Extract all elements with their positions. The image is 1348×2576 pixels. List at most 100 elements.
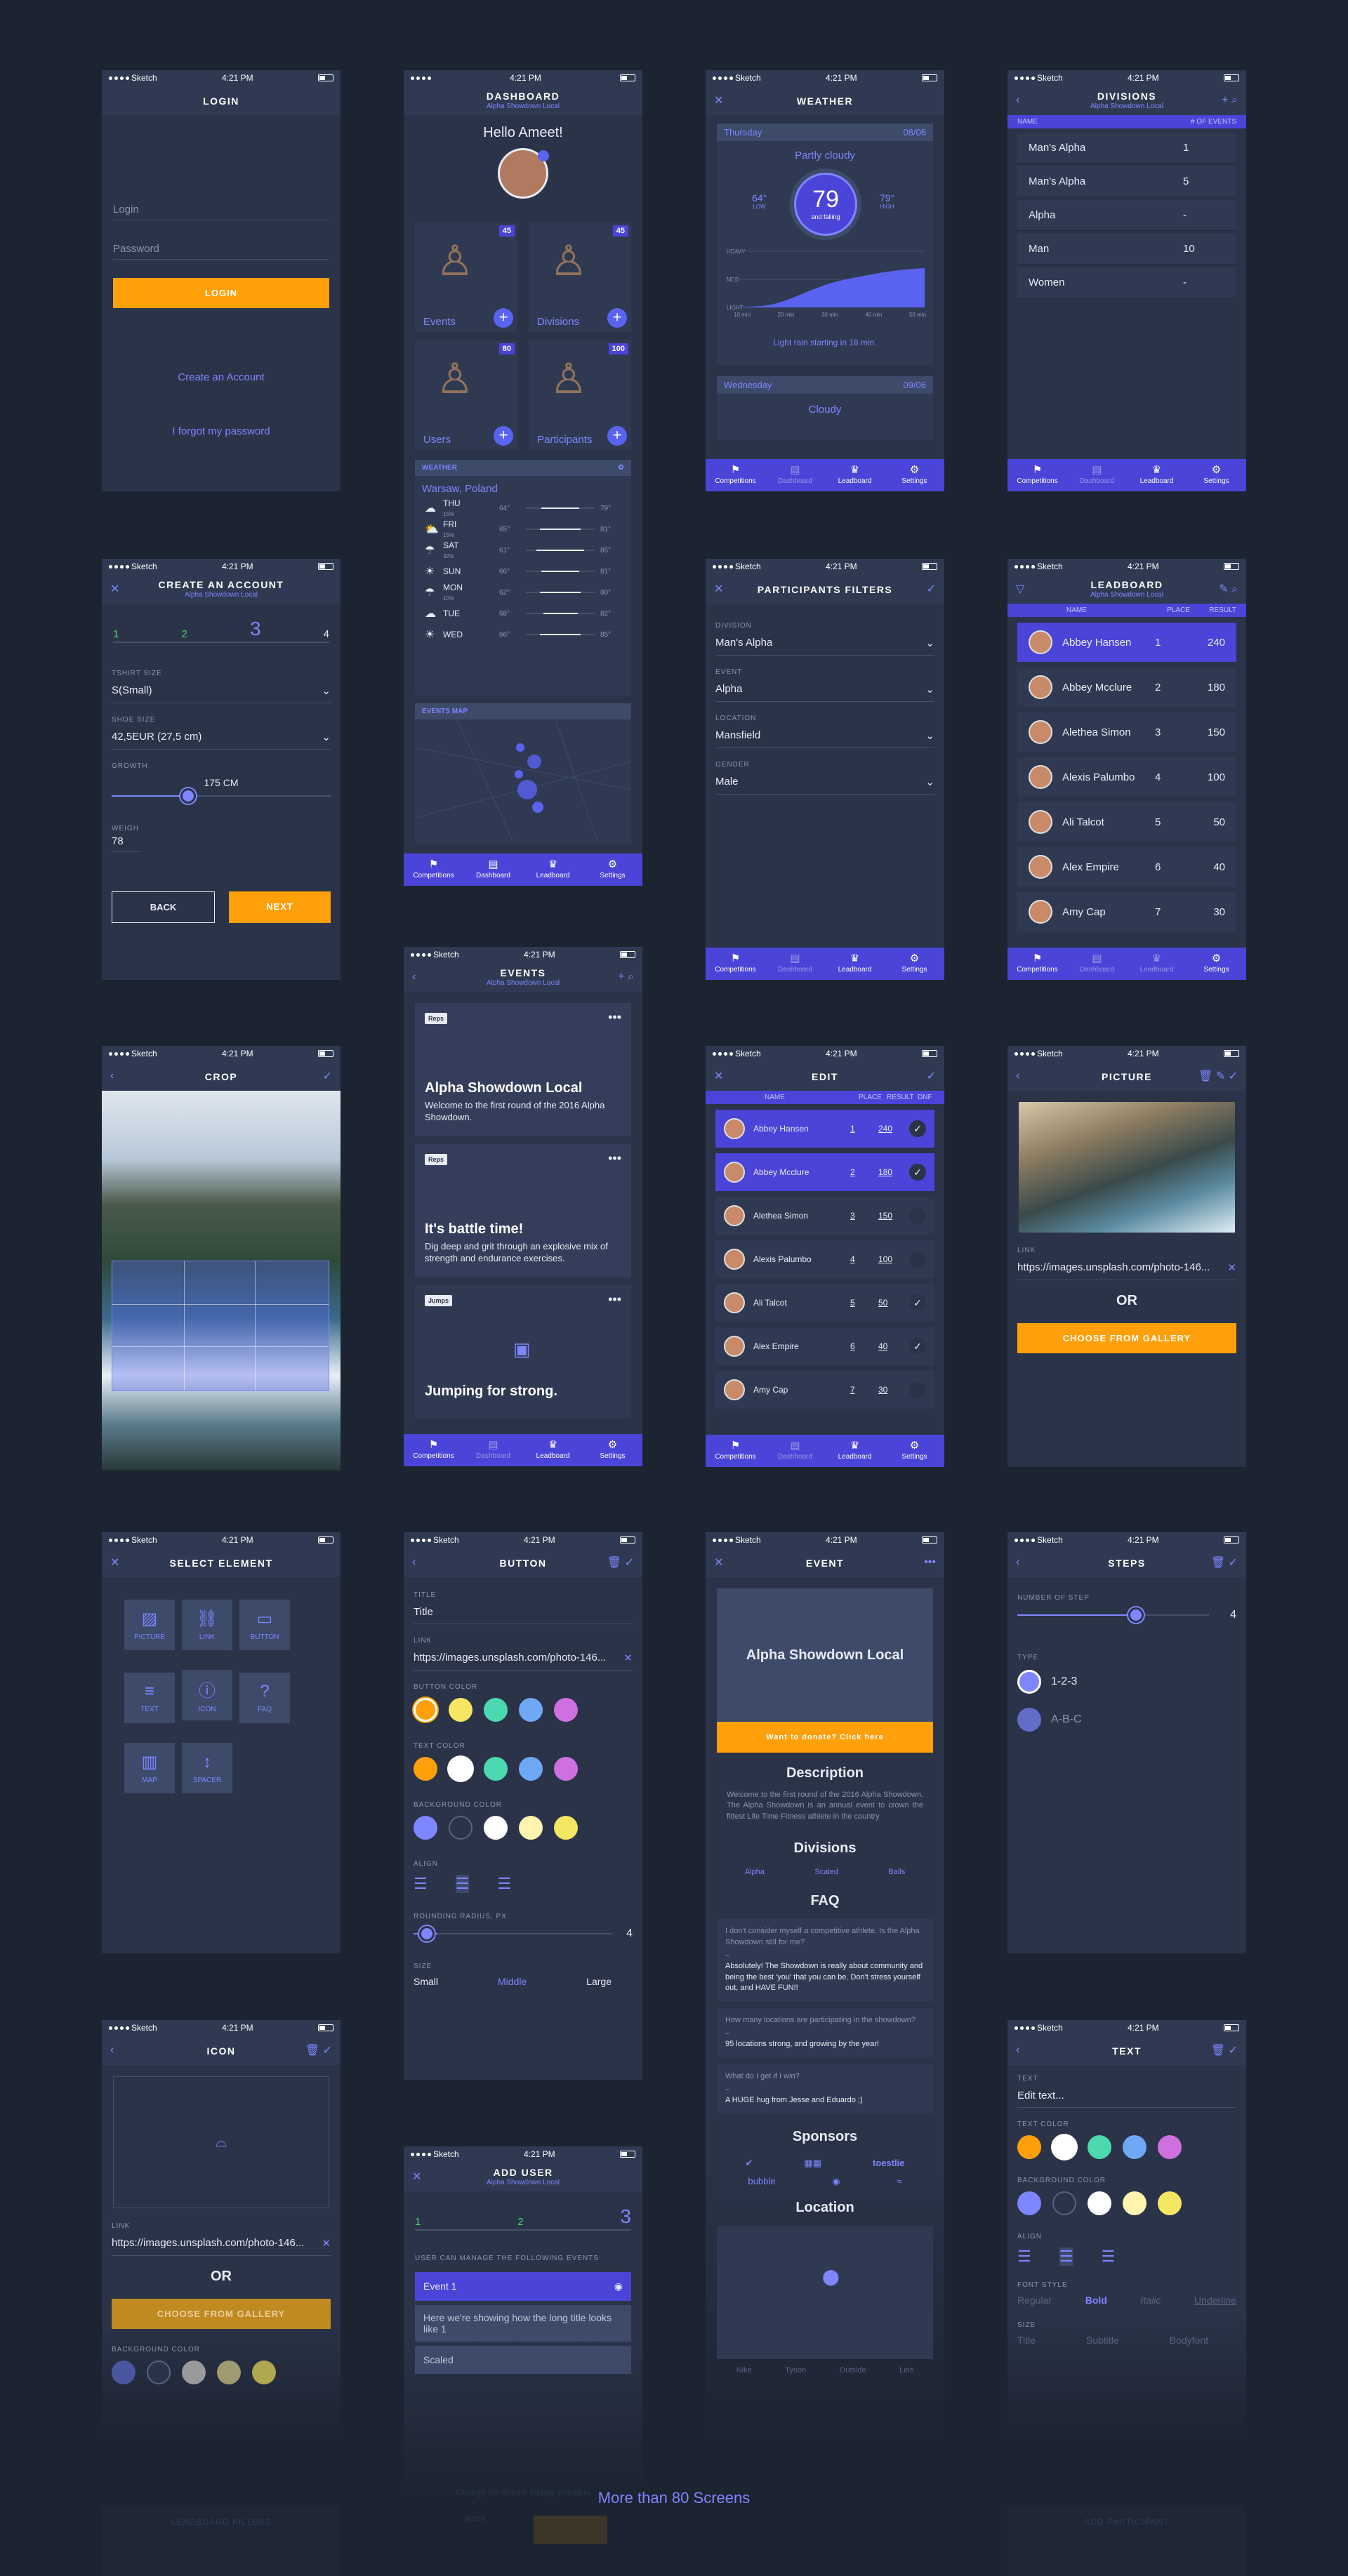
trash-icon[interactable]: 🗑 xyxy=(607,1557,621,1569)
tab-dashboard[interactable]: ▤ Dashboard xyxy=(765,948,825,980)
check-icon[interactable]: ✓ xyxy=(927,1069,936,1083)
check-icon[interactable]: ✓ xyxy=(323,1069,332,1083)
color-swatch[interactable] xyxy=(1158,2191,1182,2215)
table-row[interactable]: Alpha - xyxy=(1017,200,1236,231)
tab-dashboard[interactable]: ▤ Dashboard xyxy=(463,854,523,886)
dashboard-card[interactable]: 80 ♙ Users + xyxy=(415,340,517,450)
link-input[interactable]: https://images.unsplash.com/photo-146...… xyxy=(414,1647,633,1671)
shoe-select[interactable]: 42,5EUR (27,5 cm) ⌄ xyxy=(112,726,331,750)
dashboard-card[interactable]: 45 ♙ Events + xyxy=(415,223,517,332)
add-icon[interactable]: + xyxy=(607,308,627,328)
color-swatch[interactable] xyxy=(1123,2135,1147,2159)
back-button[interactable]: BACK xyxy=(112,891,215,923)
edit-row[interactable]: Alexis Palumbo 4 100 xyxy=(715,1240,934,1278)
tab-settings[interactable]: ⚙ Settings xyxy=(1187,459,1246,491)
tab-leadboard[interactable]: ♛ Leadboard xyxy=(825,1435,885,1467)
edit-row[interactable]: Alex Empire 6 40 ✓ xyxy=(715,1327,934,1365)
element-option-text[interactable]: ≡ TEXT xyxy=(124,1672,175,1723)
tab-settings[interactable]: ⚙ Settings xyxy=(1187,948,1246,980)
align-right-icon[interactable]: ☰ xyxy=(497,1875,511,1893)
place-input[interactable]: 3 xyxy=(850,1211,878,1221)
tab-competitions[interactable]: ⚑ Competitions xyxy=(706,948,765,980)
align-center-icon[interactable]: ☰ xyxy=(455,1875,470,1893)
element-option-link[interactable]: ⛓ LINK xyxy=(182,1600,232,1650)
tab-competitions[interactable]: ⚑ Competitions xyxy=(404,854,463,886)
tab-settings[interactable]: ⚙ Settings xyxy=(583,854,642,886)
back-icon[interactable]: ‹ xyxy=(1016,2044,1019,2057)
tab-settings[interactable]: ⚙ Settings xyxy=(885,948,944,980)
faq-item[interactable]: What do I get if I win? – A HUGE hug from … xyxy=(717,2064,933,2113)
tab-settings[interactable]: ⚙ Settings xyxy=(583,1434,642,1466)
edit-row[interactable]: Alethea Simon 3 150 xyxy=(715,1197,934,1235)
result-input[interactable]: 100 xyxy=(878,1254,909,1264)
color-swatch[interactable] xyxy=(1088,2135,1111,2159)
color-swatch[interactable] xyxy=(1052,2135,1076,2159)
color-swatch[interactable] xyxy=(414,1816,437,1840)
align-right-icon[interactable]: ☰ xyxy=(1101,2248,1115,2266)
color-swatch[interactable] xyxy=(1158,2135,1182,2159)
search-icon[interactable]: ⌕ xyxy=(1231,94,1238,106)
title-input[interactable]: Title xyxy=(414,1602,633,1624)
color-swatch[interactable] xyxy=(554,1698,578,1722)
back-icon[interactable]: ‹ xyxy=(412,971,416,983)
nav-subtitle[interactable]: Alpha Showdown Local xyxy=(404,102,642,110)
crop-frame[interactable] xyxy=(112,1261,329,1391)
tab-dashboard[interactable]: ▤ Dashboard xyxy=(1067,948,1127,980)
event-card[interactable]: Reps ••• Alpha Showdown Local Welcome to th… xyxy=(415,1003,631,1136)
add-icon[interactable]: + xyxy=(1222,94,1228,106)
color-swatch[interactable] xyxy=(1123,2191,1147,2215)
color-swatch[interactable] xyxy=(519,1816,543,1840)
back-icon[interactable]: ‹ xyxy=(110,2044,114,2057)
faq-item[interactable]: How many locations are participating in … xyxy=(717,2007,933,2057)
tab-dashboard[interactable]: ▤ Dashboard xyxy=(1067,459,1127,491)
result-input[interactable]: 240 xyxy=(878,1124,909,1134)
type-option[interactable]: 1-2-3 xyxy=(1017,1670,1236,1694)
location-map[interactable]: ⬤ xyxy=(717,2225,933,2359)
login-input[interactable]: Login xyxy=(113,199,329,220)
result-input[interactable]: 150 xyxy=(878,1211,909,1221)
color-swatch[interactable] xyxy=(1052,2191,1076,2215)
avatar[interactable] xyxy=(498,148,549,199)
color-swatch[interactable] xyxy=(414,1757,437,1781)
next-button[interactable]: NEXT xyxy=(229,891,331,923)
result-input[interactable]: 30 xyxy=(878,1385,909,1395)
dnf-check-icon[interactable]: ✓ xyxy=(909,1338,926,1355)
back-icon[interactable]: ‹ xyxy=(1016,1556,1019,1569)
filter-select[interactable]: Man's Alpha ⌄ xyxy=(715,632,934,656)
color-swatch[interactable] xyxy=(484,1757,508,1781)
gallery-button[interactable]: CHOOSE FROM GALLERY xyxy=(1017,1323,1236,1353)
leaderboard-row[interactable]: Abbey Hansen 1 240 xyxy=(1017,623,1236,662)
result-input[interactable]: 180 xyxy=(878,1167,909,1177)
color-swatch[interactable] xyxy=(449,1757,473,1781)
steps-slider[interactable] xyxy=(1017,1605,1210,1626)
link-input[interactable]: https://images.unsplash.com/photo-146...… xyxy=(112,2233,331,2256)
dashboard-card[interactable]: 45 ♙ Divisions + xyxy=(529,223,631,332)
leaderboard-row[interactable]: Alexis Palumbo 4 100 xyxy=(1017,757,1236,797)
color-swatch[interactable] xyxy=(1088,2191,1111,2215)
edit-row[interactable]: Abbey Hansen 1 240 ✓ xyxy=(715,1110,934,1148)
event-option[interactable]: Event 1 ◉ xyxy=(415,2272,631,2301)
filter-select[interactable]: Male ⌄ xyxy=(715,771,934,795)
radius-slider[interactable] xyxy=(414,1923,613,1944)
check-icon[interactable]: ✓ xyxy=(323,2045,332,2057)
trash-icon[interactable]: 🗑 xyxy=(1211,2045,1225,2057)
color-swatch[interactable] xyxy=(414,1698,437,1722)
table-row[interactable]: Man's Alpha 1 xyxy=(1017,133,1236,164)
element-option-spacer[interactable]: ↕ SPACER xyxy=(182,1743,232,1793)
place-input[interactable]: 1 xyxy=(850,1124,878,1134)
dnf-check-icon[interactable] xyxy=(909,1251,926,1268)
place-input[interactable]: 4 xyxy=(850,1254,878,1264)
search-icon[interactable]: ⌕ xyxy=(1231,583,1238,595)
leaderboard-row[interactable]: Alethea Simon 3 150 xyxy=(1017,712,1236,752)
close-icon[interactable]: ✕ xyxy=(110,582,119,596)
add-icon[interactable]: + xyxy=(618,971,624,983)
trash-icon[interactable]: 🗑 xyxy=(1211,1557,1225,1569)
tab-dashboard[interactable]: ▤ Dashboard xyxy=(463,1434,523,1466)
text-input[interactable]: Edit text... xyxy=(1017,2085,1236,2108)
events-map[interactable]: EVENTS MAP xyxy=(415,703,631,844)
align-left-icon[interactable]: ☰ xyxy=(414,1875,428,1893)
color-swatch[interactable] xyxy=(554,1757,578,1781)
login-button[interactable]: LOGIN xyxy=(113,278,329,308)
dashboard-card[interactable]: 100 ♙ Participants + xyxy=(529,340,631,450)
leaderboard-row[interactable]: Amy Cap 7 30 xyxy=(1017,892,1236,931)
